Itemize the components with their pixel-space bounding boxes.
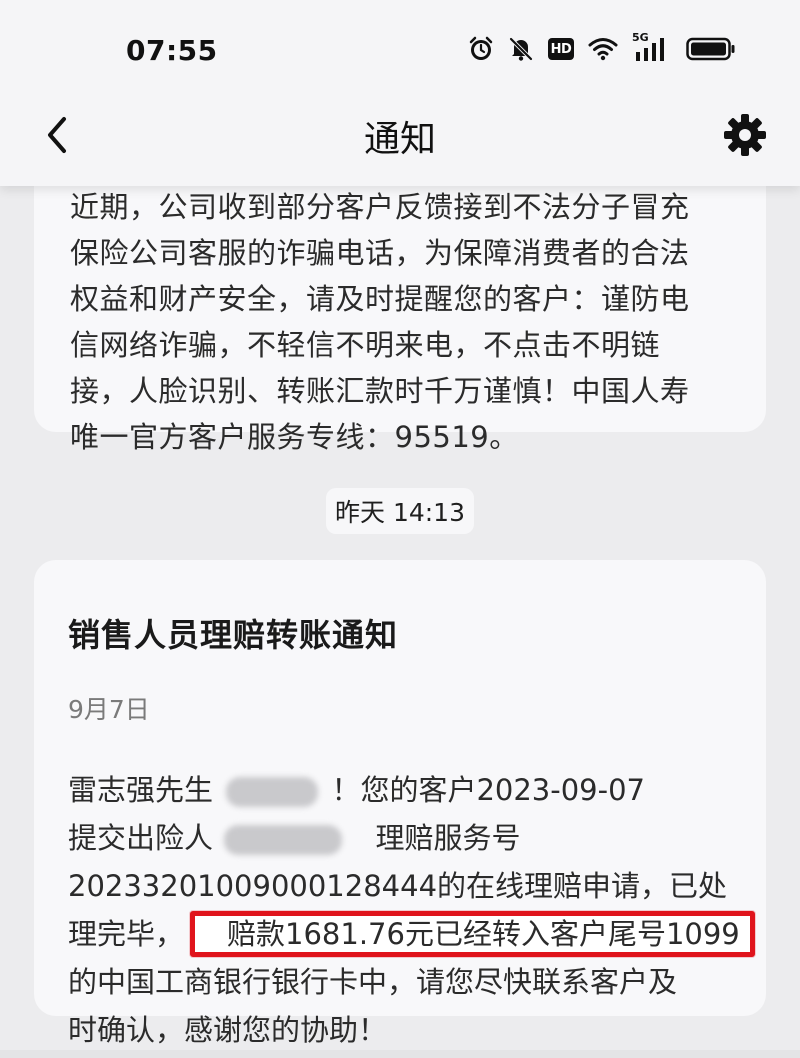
alarm-icon bbox=[468, 36, 494, 62]
notification-body: 雷志强先生 ！您的客户2023-09-07 提交出险人 理赔服务号 202332… bbox=[68, 766, 755, 1054]
status-time: 07:55 bbox=[126, 34, 218, 67]
claim-service-label: 理赔服务号 bbox=[375, 821, 521, 855]
redacted-region bbox=[224, 825, 343, 855]
notification-screen: 07:55 HD 5G 通知 近期，公司收到部分客户反馈接到不法分子冒充 保险公… bbox=[0, 0, 800, 1058]
gear-icon bbox=[724, 114, 766, 156]
signal-5g-icon: 5G bbox=[632, 31, 672, 62]
mute-bell-icon bbox=[508, 36, 534, 62]
nav-bar: 通知 bbox=[0, 100, 800, 186]
hd-badge: HD bbox=[548, 38, 574, 60]
wifi-icon bbox=[588, 37, 618, 61]
body-text: 提交出险人 bbox=[68, 821, 214, 855]
page-title: 通知 bbox=[363, 119, 436, 160]
battery-icon bbox=[686, 37, 736, 61]
previous-notification-text: 近期，公司收到部分客户反馈接到不法分子冒充 保险公司客服的诈骗电话，为保障消费者… bbox=[70, 184, 730, 460]
text-line: 信网络诈骗，不轻信不明来电，不点击不明链 bbox=[70, 328, 661, 362]
body-line: 20233201009000128444的在线理赔申请，已处 bbox=[68, 869, 728, 903]
redacted-region bbox=[226, 777, 319, 807]
text-line: 接，人脸识别、转账汇款时千万谨慎！中国人寿 bbox=[70, 374, 690, 408]
text-line: 权益和财产安全，请及时提醒您的客户：谨防电 bbox=[70, 282, 690, 316]
claim-transfer-notification-card[interactable]: 销售人员理赔转账通知 9月7日 雷志强先生 ！您的客户2023-09-07 提交… bbox=[34, 560, 766, 1047]
status-bar: 07:55 HD 5G bbox=[0, 0, 800, 100]
body-text: ！您的客户2023-09-07 bbox=[331, 773, 645, 807]
customer-name: 雷志强先生 bbox=[68, 773, 214, 807]
notification-date: 9月7日 bbox=[68, 695, 150, 724]
bottom-edge bbox=[0, 1050, 800, 1058]
body-line: 理完毕， 赔款1681.76元已经转入客户尾号1099 bbox=[68, 910, 755, 958]
settings-button[interactable] bbox=[718, 108, 772, 162]
previous-notification-card[interactable]: 近期，公司收到部分客户反馈接到不法分子冒充 保险公司客服的诈骗电话，为保障消费者… bbox=[34, 150, 766, 454]
text-line: 近期，公司收到部分客户反馈接到不法分子冒充 bbox=[70, 190, 690, 224]
body-text: 理完毕， bbox=[68, 917, 185, 951]
text-line: 保险公司客服的诈骗电话，为保障消费者的合法 bbox=[70, 236, 690, 270]
body-line: 时确认，感谢您的协助！ bbox=[68, 1013, 388, 1047]
status-icons: HD 5G bbox=[468, 31, 736, 62]
body-line: 提交出险人 理赔服务号 bbox=[68, 814, 732, 862]
payout-highlight: 赔款1681.76元已经转入客户尾号1099 bbox=[190, 911, 755, 957]
body-line: 雷志强先生 ！您的客户2023-09-07 bbox=[68, 766, 732, 814]
top-bar: 07:55 HD 5G 通知 bbox=[0, 0, 800, 186]
body-line: 的中国工商银行银行卡中，请您尽快联系客户及 bbox=[68, 965, 678, 999]
notification-title: 销售人员理赔转账通知 bbox=[68, 616, 399, 654]
text-line: 唯一官方客户服务专线：95519。 bbox=[70, 420, 519, 454]
timestamp-chip: 昨天 14:13 bbox=[326, 488, 474, 534]
